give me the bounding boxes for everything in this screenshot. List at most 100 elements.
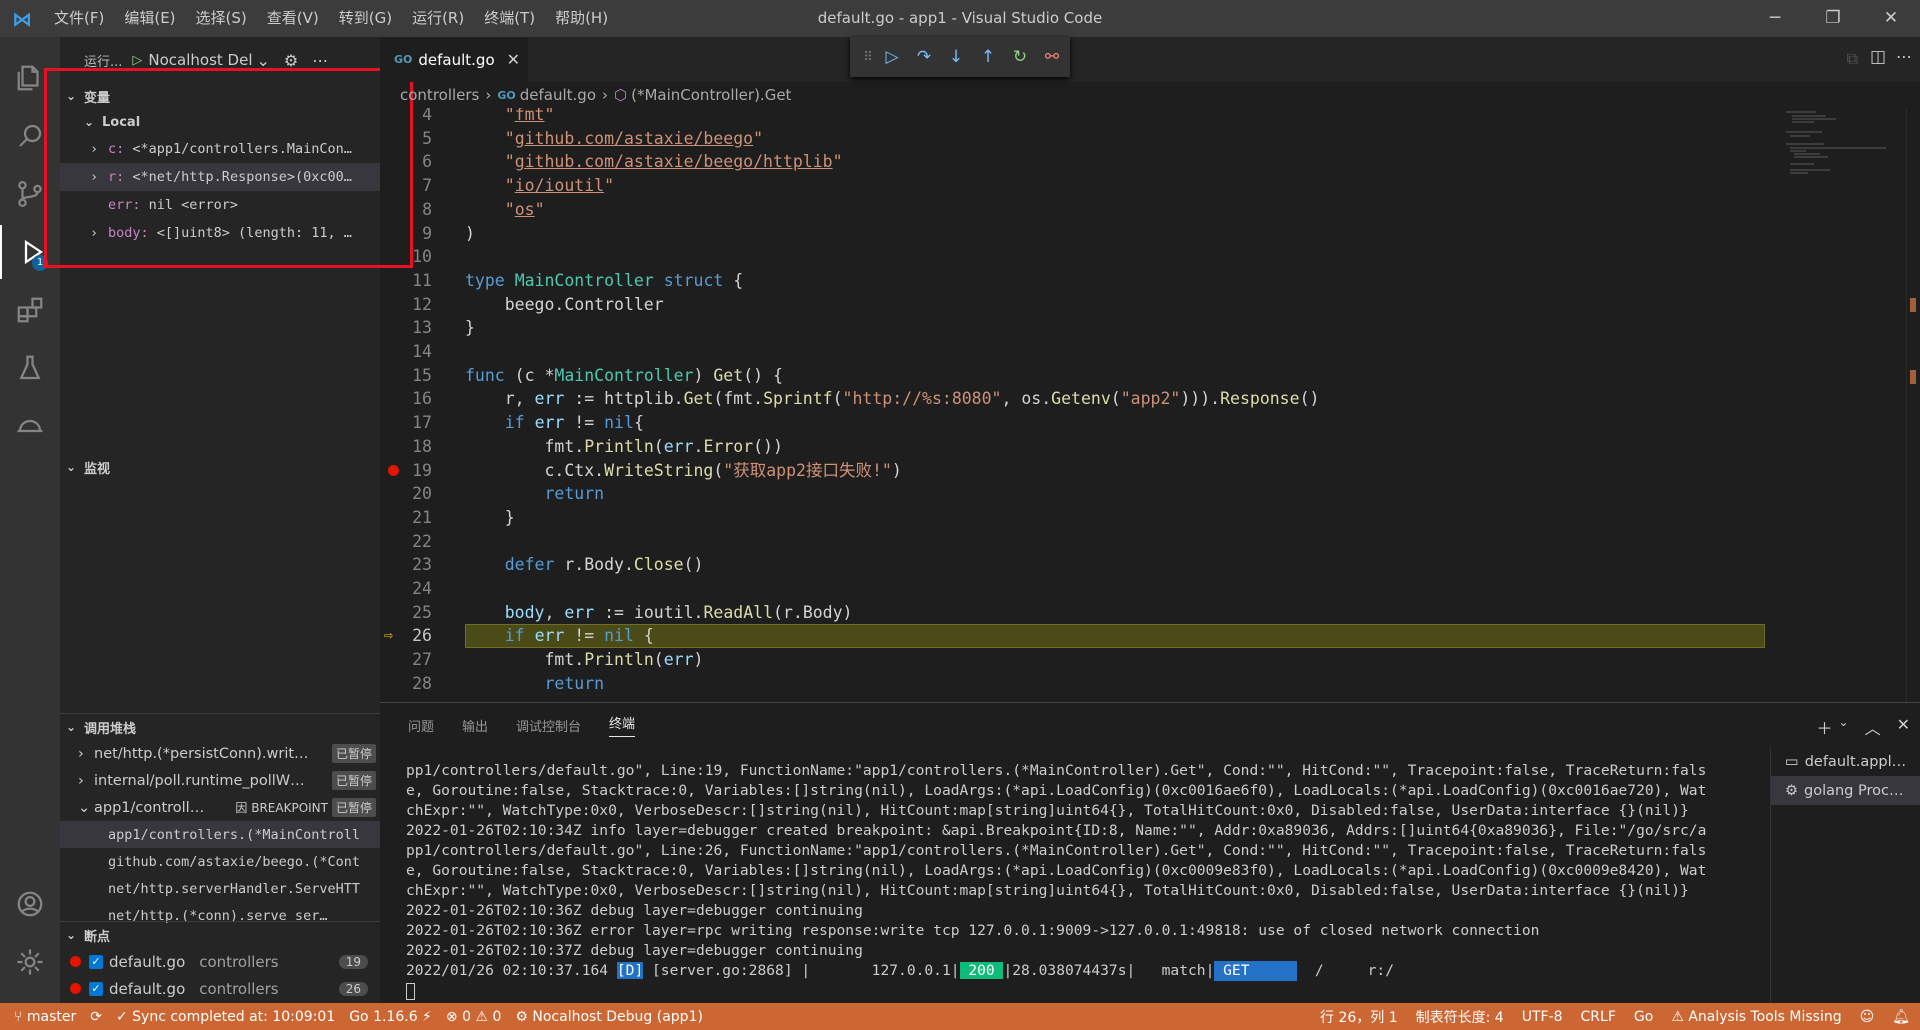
settings-gear-icon[interactable] bbox=[0, 935, 60, 989]
new-terminal-icon[interactable]: ＋ bbox=[1817, 715, 1833, 739]
line-number[interactable]: 4 bbox=[380, 108, 432, 127]
code-text[interactable]: "github.com/astaxie/beego/httplib" bbox=[465, 150, 843, 174]
breakpoint-dot-icon[interactable] bbox=[388, 464, 399, 476]
line-number[interactable]: 14 bbox=[380, 340, 432, 364]
line-number[interactable]: 20 bbox=[380, 482, 432, 506]
branch-status[interactable]: ⑂ master bbox=[14, 1009, 76, 1025]
debug-session[interactable]: ⚙ Nocalhost Debug (app1) bbox=[515, 1009, 703, 1025]
drag-handle-icon[interactable]: ⠿ bbox=[860, 50, 876, 65]
menu-terminal[interactable]: 终端(T) bbox=[474, 0, 545, 37]
code-text[interactable]: body, err := ioutil.ReadAll(r.Body) bbox=[465, 601, 853, 625]
breadcrumb-file[interactable]: default.go bbox=[520, 86, 596, 104]
open-changes-icon[interactable]: ⧉ bbox=[1847, 49, 1858, 69]
code-text[interactable]: type MainController struct { bbox=[465, 269, 743, 293]
code-line[interactable]: 15 func (c *MainController) Get() { bbox=[380, 364, 1920, 388]
nocalhost-icon[interactable] bbox=[0, 399, 60, 453]
code-text[interactable]: return bbox=[465, 672, 604, 696]
line-number[interactable]: 28 bbox=[380, 672, 432, 696]
line-number[interactable]: 18 bbox=[380, 435, 432, 459]
close-tab-icon[interactable]: ✕ bbox=[507, 50, 520, 69]
close-panel-icon[interactable]: ✕ bbox=[1897, 715, 1910, 739]
menu-edit[interactable]: 编辑(E) bbox=[114, 0, 185, 37]
code-text[interactable]: beego.Controller bbox=[465, 293, 664, 317]
minimize-icon[interactable]: ─ bbox=[1746, 0, 1804, 37]
code-text[interactable]: fmt.Println(err) bbox=[465, 648, 703, 672]
stack-frame[interactable]: app1/controllers.(*MainControll bbox=[60, 821, 380, 848]
code-text[interactable]: "io/ioutil" bbox=[465, 174, 614, 198]
code-text[interactable]: return bbox=[465, 482, 604, 506]
code-text[interactable]: if err != nil { bbox=[465, 624, 654, 648]
watch-header[interactable]: ⌄ 监视 bbox=[60, 454, 110, 480]
stack-frame[interactable]: net/http.serverHandler.ServeHTT bbox=[60, 875, 380, 902]
tab-output[interactable]: 输出 bbox=[462, 716, 488, 735]
line-number[interactable]: 24 bbox=[380, 577, 432, 601]
line-number[interactable]: 27 bbox=[380, 648, 432, 672]
code-line[interactable]: 7 "io/ioutil" bbox=[380, 174, 1920, 198]
extensions-icon[interactable] bbox=[0, 283, 60, 337]
code-text[interactable]: } bbox=[465, 316, 475, 340]
terminal-prompt[interactable] bbox=[406, 981, 1746, 1001]
code-line[interactable]: 26 if err != nil {⇨ bbox=[380, 624, 1920, 648]
terminal-item[interactable]: ⚙ golang Proc… bbox=[1771, 776, 1920, 805]
line-number[interactable]: 17 bbox=[380, 411, 432, 435]
code-line[interactable]: 24 bbox=[380, 577, 1920, 601]
code-text[interactable]: r, err := httplib.Get(fmt.Sprintf("http:… bbox=[465, 387, 1320, 411]
step-over-icon[interactable]: ↷ bbox=[908, 47, 940, 67]
chevron-down-icon[interactable]: ⌄ bbox=[1839, 715, 1849, 739]
tab-debug-console[interactable]: 调试控制台 bbox=[516, 716, 581, 735]
maximize-panel-icon[interactable]: ︿ bbox=[1865, 715, 1881, 739]
line-number[interactable]: 6 bbox=[380, 150, 432, 174]
code-line[interactable]: 28 return bbox=[380, 672, 1920, 696]
sync-icon[interactable]: ⟳ bbox=[90, 1009, 102, 1025]
go-version[interactable]: Go 1.16.6 ⚡ bbox=[349, 1009, 432, 1025]
end-of-line[interactable]: CRLF bbox=[1581, 1009, 1616, 1025]
current-breakpoint-arrow-icon[interactable]: ⇨ bbox=[384, 624, 402, 644]
code-line[interactable]: 4 "fmt" bbox=[380, 108, 1920, 127]
close-window-icon[interactable]: ✕ bbox=[1862, 0, 1920, 37]
restart-icon[interactable]: ↻ bbox=[1004, 47, 1036, 67]
breakpoint-item[interactable]: ✓ default.go controllers 19 bbox=[60, 948, 380, 975]
menu-file[interactable]: 文件(F) bbox=[44, 0, 114, 37]
sync-status[interactable]: ✓ Sync completed at: 10:09:01 bbox=[116, 1009, 335, 1025]
menu-view[interactable]: 查看(V) bbox=[257, 0, 329, 37]
restore-icon[interactable]: ❐ bbox=[1804, 0, 1862, 37]
menu-selection[interactable]: 选择(S) bbox=[186, 0, 257, 37]
code-line[interactable]: 6 "github.com/astaxie/beego/httplib" bbox=[380, 150, 1920, 174]
breakpoint-checkbox[interactable]: ✓ bbox=[89, 954, 103, 969]
debug-config-select[interactable]: Nocalhost Del bbox=[148, 51, 252, 69]
terminal-output[interactable]: pp1/controllers/default.go", Line:19, Fu… bbox=[406, 761, 1746, 1001]
thread-row[interactable]: › internal/poll.runtime_pollW… 已暂停 bbox=[60, 767, 380, 794]
code-line[interactable]: 19 c.Ctx.WriteString("获取app2接口失败!") bbox=[380, 459, 1920, 483]
terminal-item[interactable]: ▭ default.appl… bbox=[1771, 747, 1920, 776]
tab-size[interactable]: 制表符长度: 4 bbox=[1416, 1007, 1504, 1027]
code-line[interactable]: 16 r, err := httplib.Get(fmt.Sprintf("ht… bbox=[380, 387, 1920, 411]
step-into-icon[interactable]: ↓ bbox=[940, 47, 972, 67]
menu-go[interactable]: 转到(G) bbox=[329, 0, 402, 37]
line-number[interactable]: 9 bbox=[380, 222, 432, 246]
code-line[interactable]: 21 } bbox=[380, 506, 1920, 530]
line-number[interactable]: 21 bbox=[380, 506, 432, 530]
language-mode[interactable]: Go bbox=[1634, 1009, 1653, 1025]
breakpoint-checkbox[interactable]: ✓ bbox=[89, 981, 103, 996]
code-text[interactable]: } bbox=[465, 506, 515, 530]
line-number[interactable]: 10 bbox=[380, 245, 432, 269]
code-text[interactable]: fmt.Println(err.Error()) bbox=[465, 435, 782, 459]
line-number[interactable]: 13 bbox=[380, 316, 432, 340]
breadcrumb-folder[interactable]: controllers bbox=[400, 86, 479, 104]
tab-problems[interactable]: 问题 bbox=[408, 716, 434, 735]
menu-run[interactable]: 运行(R) bbox=[402, 0, 474, 37]
line-number[interactable]: 22 bbox=[380, 530, 432, 554]
line-number[interactable]: 5 bbox=[380, 127, 432, 151]
code-line[interactable]: 17 if err != nil{ bbox=[380, 411, 1920, 435]
thread-row[interactable]: ⌄ app1/controll… 因 BREAKPOINT 已暂停 bbox=[60, 794, 380, 821]
code-text[interactable]: defer r.Body.Close() bbox=[465, 553, 704, 577]
menu-help[interactable]: 帮助(H) bbox=[545, 0, 618, 37]
minimap[interactable] bbox=[1786, 108, 1906, 228]
code-text[interactable]: ) bbox=[465, 222, 475, 246]
problems-status[interactable]: ⊗ 0 ⚠ 0 bbox=[446, 1009, 501, 1025]
code-line[interactable]: 18 fmt.Println(err.Error()) bbox=[380, 435, 1920, 459]
thread-row[interactable]: › net/http.(*persistConn).writ… 已暂停 bbox=[60, 740, 380, 767]
code-line[interactable]: 27 fmt.Println(err) bbox=[380, 648, 1920, 672]
line-number[interactable]: 15 bbox=[380, 364, 432, 388]
code-line[interactable]: 11 type MainController struct { bbox=[380, 269, 1920, 293]
